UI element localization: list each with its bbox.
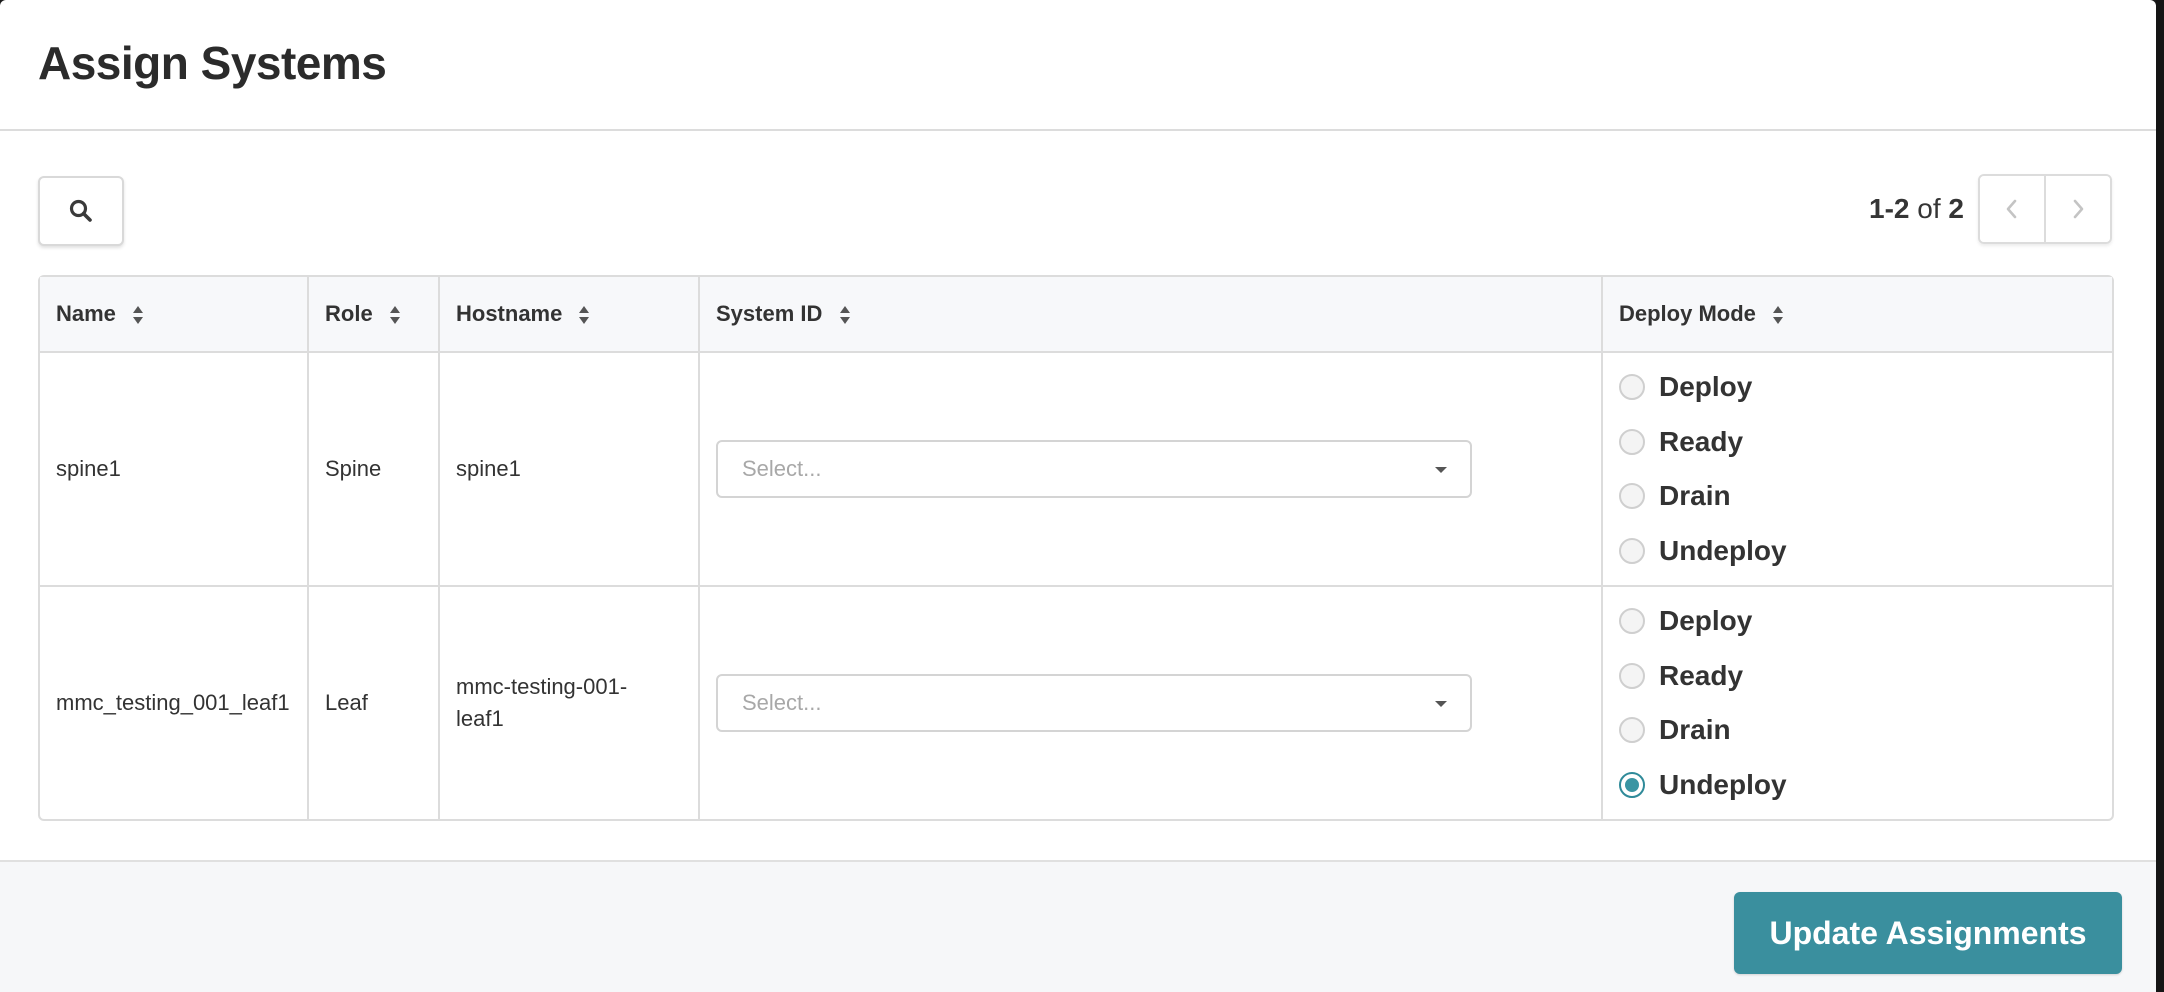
modal-header: Assign Systems [0,0,2156,131]
pagination-range: 1-2 [1869,193,1910,224]
pagination-of: of [1917,193,1941,224]
pagination-summary: 1-2 of 2 [1869,193,1964,225]
column-header-label: Deploy Mode [1619,301,1756,326]
previous-page-button[interactable] [1980,176,2044,242]
radio-button[interactable] [1619,483,1645,510]
modal-title: Assign Systems [38,37,387,89]
deploy-mode-option-drain[interactable]: Drain [1619,713,2096,747]
radio-button[interactable] [1619,537,1645,564]
table-row: mmc_testing_001_leaf1 Leaf mmc-testing-0… [40,587,2112,819]
cell-name: mmc_testing_001_leaf1 [56,690,290,715]
cell-name: spine1 [40,353,307,587]
pagination-buttons [1978,174,2112,244]
column-header-label: Hostname [456,301,563,326]
cell-deploy-mode: Deploy Ready Drain Undeploy [1601,353,2112,587]
radio-button[interactable] [1619,662,1645,689]
column-header-label: System ID [716,301,823,326]
sort-icon [1773,306,1784,325]
radio-label: Deploy [1659,371,1753,402]
column-header-role[interactable]: Role [307,277,438,353]
chevron-left-icon [2006,199,2017,219]
search-icon [69,199,92,222]
caret-down-icon [1435,467,1447,473]
backdrop-edge [2156,0,2164,992]
modal-footer: Update Assignments [0,860,2156,992]
cell-hostname: mmc-testing-001- leaf1 [438,587,698,819]
deploy-mode-option-ready[interactable]: Ready [1619,425,2096,459]
radio-button[interactable] [1619,608,1645,634]
column-header-label: Role [325,301,373,326]
select-placeholder: Select... [742,456,822,481]
deploy-mode-option-undeploy[interactable]: Undeploy [1619,768,2096,802]
deploy-mode-radio-group: Deploy Ready Drain Undeploy [1619,370,2096,568]
cell-system-id: Select... [698,587,1601,819]
hostname-line: leaf1 [456,706,504,731]
cell-role: Spine [307,353,438,587]
radio-label: Undeploy [1659,534,1787,566]
radio-label: Ready [1659,425,1744,457]
column-header-label: Name [56,301,116,326]
deploy-mode-option-undeploy[interactable]: Undeploy [1619,534,2096,568]
sort-icon [839,306,850,325]
cell-system-id: Select... [698,353,1601,587]
deploy-mode-option-drain[interactable]: Drain [1619,479,2096,513]
next-page-button[interactable] [2044,176,2110,242]
deploy-mode-option-deploy[interactable]: Deploy [1619,604,2096,638]
hostname-line: mmc-testing-001- [456,674,628,699]
radio-button[interactable] [1619,717,1645,744]
column-header-deploy-mode[interactable]: Deploy Mode [1601,277,2112,353]
chevron-right-icon [2073,199,2084,219]
radio-label: Ready [1659,659,1744,691]
assign-systems-modal: Assign Systems 1-2 of 2 Name Role Hostna… [0,0,2156,992]
sort-icon [389,306,400,325]
radio-label: Drain [1659,714,1731,746]
radio-button[interactable] [1619,428,1645,455]
cell-role: Leaf [307,587,438,819]
table-row: spine1 Spine spine1 Select... Deploy Rea… [40,353,2112,587]
deploy-mode-option-deploy[interactable]: Deploy [1619,370,2096,404]
column-header-system-id[interactable]: System ID [698,277,1601,353]
radio-label: Undeploy [1659,768,1787,800]
radio-button[interactable] [1619,374,1645,400]
systems-table: Name Role Hostname System ID Deploy Mode [38,275,2114,821]
cell-hostname: spine1 [438,353,698,587]
pagination: 1-2 of 2 [1869,174,2112,244]
radio-label: Drain [1659,480,1731,512]
sort-icon [579,306,590,325]
update-assignments-button[interactable]: Update Assignments [1734,892,2122,974]
deploy-mode-option-ready[interactable]: Ready [1619,659,2096,693]
pagination-total: 2 [1948,193,1964,224]
deploy-mode-radio-group: Deploy Ready Drain Undeploy [1619,604,2096,802]
column-header-name[interactable]: Name [40,277,307,353]
radio-button-selected[interactable] [1619,771,1645,798]
column-header-hostname[interactable]: Hostname [438,277,698,353]
table-header-row: Name Role Hostname System ID Deploy Mode [40,277,2112,353]
cell-deploy-mode: Deploy Ready Drain Undeploy [1601,587,2112,819]
radio-label: Deploy [1659,605,1753,636]
search-button[interactable] [38,176,124,246]
select-placeholder: Select... [742,690,822,715]
system-id-select[interactable]: Select... [716,674,1472,732]
system-id-select[interactable]: Select... [716,440,1472,498]
caret-down-icon [1435,701,1447,707]
sort-icon [133,306,144,325]
